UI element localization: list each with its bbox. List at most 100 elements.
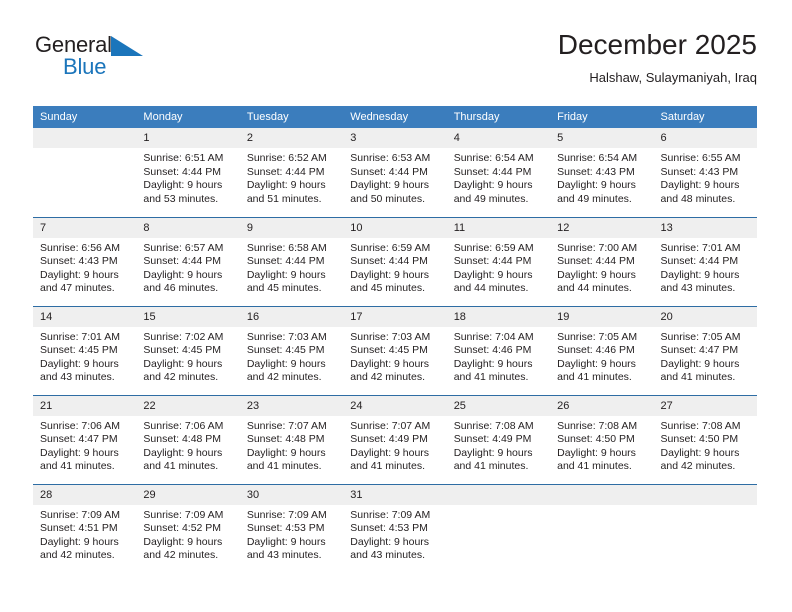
calendar-day-cell[interactable]: 26 Sunrise: 7:08 AM Sunset: 4:50 PM Dayligh… [550,394,654,484]
sunset-text: Sunset: 4:50 PM [660,433,739,446]
calendar-day-cell[interactable]: 31 Sunrise: 7:09 AM Sunset: 4:53 PM Dayligh… [343,483,447,573]
calendar-table: Sunday Monday Tuesday Wednesday Thursday Frid… [33,106,757,573]
day-sun-info: Sunrise: 6:59 AM Sunset: 4:44 PM Daylight:… [447,238,550,296]
calendar-day-cell[interactable]: 19 Sunrise: 7:05 AM Sunset: 4:46 PM Dayligh… [550,305,654,395]
sunrise-text: Sunrise: 6:58 AM [246,241,327,254]
calendar-day-cell[interactable]: 2 Sunrise: 6:52 AM Sunset: 4:44 PM Daylight… [239,128,344,217]
daylight-text: Daylight: 9 hours [40,446,119,459]
calendar-day-cell[interactable]: 20 Sunrise: 7:05 AM Sunset: 4:47 PM Dayligh… [653,305,757,395]
calendar-day-cell[interactable]: 4 Sunrise: 6:54 AM Sunset: 4:44 PM Daylight… [446,128,551,217]
sunset-text: Sunset: 4:53 PM [246,522,325,535]
calendar-day-cell[interactable]: 17 Sunrise: 7:03 AM Sunset: 4:45 PM Dayligh… [343,305,447,395]
day-sun-info: Sunrise: 7:03 AM Sunset: 4:45 PM Daylight:… [240,327,343,385]
calendar-day-cell[interactable]: 12 Sunrise: 7:00 AM Sunset: 4:44 PM Dayligh… [550,216,654,306]
calendar-day-cell[interactable]: 15 Sunrise: 7:02 AM Sunset: 4:45 PM Dayligh… [136,305,240,395]
calendar-day-cell[interactable]: 25 Sunrise: 7:08 AM Sunset: 4:49 PM Dayligh… [446,394,551,484]
day-sun-info: Sunrise: 6:57 AM Sunset: 4:44 PM Daylight:… [136,238,239,296]
calendar-day-cell[interactable]: 30 Sunrise: 7:09 AM Sunset: 4:53 PM Dayligh… [239,483,344,573]
calendar-day-cell[interactable]: 9 Sunrise: 6:58 AM Sunset: 4:44 PM Daylight… [239,216,344,306]
daylight-text-cont: and 51 minutes. [246,192,322,205]
daylight-text-cont: and 50 minutes. [350,192,425,205]
daylight-text: Daylight: 9 hours [246,179,326,192]
day-sun-info: Sunrise: 7:05 AM Sunset: 4:46 PM Daylight:… [550,327,653,385]
calendar-day-cell[interactable]: 3 Sunrise: 6:53 AM Sunset: 4:44 PM Daylight… [343,128,447,217]
calendar-day-cell[interactable]: 21 Sunrise: 7:06 AM Sunset: 4:47 PM Dayligh… [33,394,137,484]
calendar-day-cell[interactable]: 13 Sunrise: 7:01 AM Sunset: 4:44 PM Dayligh… [653,216,757,306]
sunset-text: Sunset: 4:53 PM [350,522,428,535]
daylight-text-cont: and 53 minutes. [143,192,219,205]
calendar-day-cell[interactable]: 7 Sunrise: 6:56 AM Sunset: 4:43 PM Daylight… [33,216,137,306]
calendar-day-cell[interactable]: 11 Sunrise: 6:59 AM Sunset: 4:44 PM Dayligh… [446,216,551,306]
sunset-text: Sunset: 4:49 PM [453,433,532,446]
calendar-day-cell[interactable]: 1 Sunrise: 6:51 AM Sunset: 4:44 PM Daylight… [136,128,240,217]
daylight-text-cont: and 45 minutes. [350,282,425,295]
daylight-text: Daylight: 9 hours [453,357,533,370]
calendar-day-cell-empty [550,483,654,573]
sunrise-text: Sunrise: 7:09 AM [246,508,327,521]
day-sun-info: Sunrise: 7:06 AM Sunset: 4:47 PM Daylight:… [33,416,136,474]
sunset-text: Sunset: 4:44 PM [246,165,325,178]
sunrise-text: Sunrise: 7:09 AM [350,508,431,521]
calendar-day-cell[interactable]: 18 Sunrise: 7:04 AM Sunset: 4:46 PM Dayligh… [446,305,551,395]
calendar-day-cell[interactable]: 28 Sunrise: 7:09 AM Sunset: 4:51 PM Dayligh… [33,483,137,573]
daylight-text-cont: and 41 minutes. [453,371,529,384]
calendar-day-cell[interactable]: 8 Sunrise: 6:57 AM Sunset: 4:44 PM Daylight… [136,216,240,306]
day-number: 12 [550,217,654,238]
sunrise-text: Sunrise: 7:06 AM [143,419,224,432]
daylight-text-cont: and 42 minutes. [143,371,219,384]
calendar-day-cell[interactable]: 22 Sunrise: 7:06 AM Sunset: 4:48 PM Dayligh… [136,394,240,484]
calendar-day-cell[interactable]: 6 Sunrise: 6:55 AM Sunset: 4:43 PM Daylight… [653,128,757,217]
sunset-text: Sunset: 4:44 PM [453,165,532,178]
calendar-day-cell[interactable]: 5 Sunrise: 6:54 AM Sunset: 4:43 PM Daylight… [550,128,654,217]
calendar-day-cell-empty [653,483,757,573]
day-sun-info: Sunrise: 7:00 AM Sunset: 4:44 PM Daylight:… [550,238,653,296]
sunrise-text: Sunrise: 7:09 AM [143,508,224,521]
day-sun-info: Sunrise: 6:54 AM Sunset: 4:44 PM Daylight:… [447,148,550,206]
daylight-text-cont: and 41 minutes. [453,460,529,473]
sunrise-text: Sunrise: 7:04 AM [453,330,534,343]
calendar-day-cell[interactable]: 10 Sunrise: 6:59 AM Sunset: 4:44 PM Dayligh… [343,216,447,306]
calendar-day-cell[interactable]: 14 Sunrise: 7:01 AM Sunset: 4:45 PM Dayligh… [33,305,137,395]
day-number: 8 [136,217,240,238]
sunset-text: Sunset: 4:45 PM [246,344,325,357]
daylight-text-cont: and 42 minutes. [246,371,322,384]
daylight-text-cont: and 41 minutes. [143,460,219,473]
sunrise-text: Sunrise: 7:00 AM [557,241,638,254]
calendar-day-cell[interactable]: 23 Sunrise: 7:07 AM Sunset: 4:48 PM Dayligh… [239,394,344,484]
calendar-head: Sunday Monday Tuesday Wednesday Thursday Frid… [33,106,757,128]
daylight-text-cont: and 41 minutes. [350,460,425,473]
calendar-day-cell[interactable]: 29 Sunrise: 7:09 AM Sunset: 4:52 PM Dayligh… [136,483,240,573]
day-number: 24 [343,395,447,416]
daylight-text: Daylight: 9 hours [557,268,636,281]
day-sun-info: Sunrise: 7:05 AM Sunset: 4:47 PM Daylight:… [654,327,757,385]
daylight-text-cont: and 46 minutes. [143,282,219,295]
sunrise-text: Sunrise: 7:08 AM [557,419,638,432]
sunset-text: Sunset: 4:44 PM [350,255,428,268]
sunrise-text: Sunrise: 7:03 AM [246,330,327,343]
sunrise-text: Sunrise: 7:06 AM [40,419,120,432]
weekday-header-thursday: Thursday [446,106,551,128]
calendar-day-cell[interactable]: 27 Sunrise: 7:08 AM Sunset: 4:50 PM Dayligh… [653,394,757,484]
daylight-text: Daylight: 9 hours [557,357,636,370]
day-number [446,484,551,505]
sunrise-text: Sunrise: 7:07 AM [350,419,431,432]
calendar-day-cell[interactable]: 16 Sunrise: 7:03 AM Sunset: 4:45 PM Dayligh… [239,305,344,395]
daylight-text-cont: and 43 minutes. [350,549,425,562]
calendar-week-row: 21 Sunrise: 7:06 AM Sunset: 4:47 PM Dayligh… [33,394,757,484]
sunset-text: Sunset: 4:45 PM [350,344,428,357]
daylight-text-cont: and 41 minutes. [557,460,632,473]
calendar-week-row: 7 Sunrise: 6:56 AM Sunset: 4:43 PM Daylight… [33,216,757,306]
daylight-text: Daylight: 9 hours [246,268,326,281]
day-number: 26 [550,395,654,416]
weekday-header-sunday: Sunday [33,106,137,128]
daylight-text-cont: and 41 minutes. [40,460,115,473]
calendar-day-cell[interactable]: 24 Sunrise: 7:07 AM Sunset: 4:49 PM Dayligh… [343,394,447,484]
day-number: 29 [136,484,240,505]
calendar-day-cell-empty [33,128,137,217]
day-sun-info: Sunrise: 7:07 AM Sunset: 4:48 PM Daylight:… [240,416,343,474]
sunrise-text: Sunrise: 7:01 AM [660,241,741,254]
day-sun-info: Sunrise: 7:08 AM Sunset: 4:50 PM Daylight:… [550,416,653,474]
day-number: 13 [653,217,757,238]
daylight-text-cont: and 49 minutes. [557,192,632,205]
day-sun-info: Sunrise: 7:08 AM Sunset: 4:50 PM Daylight:… [654,416,757,474]
